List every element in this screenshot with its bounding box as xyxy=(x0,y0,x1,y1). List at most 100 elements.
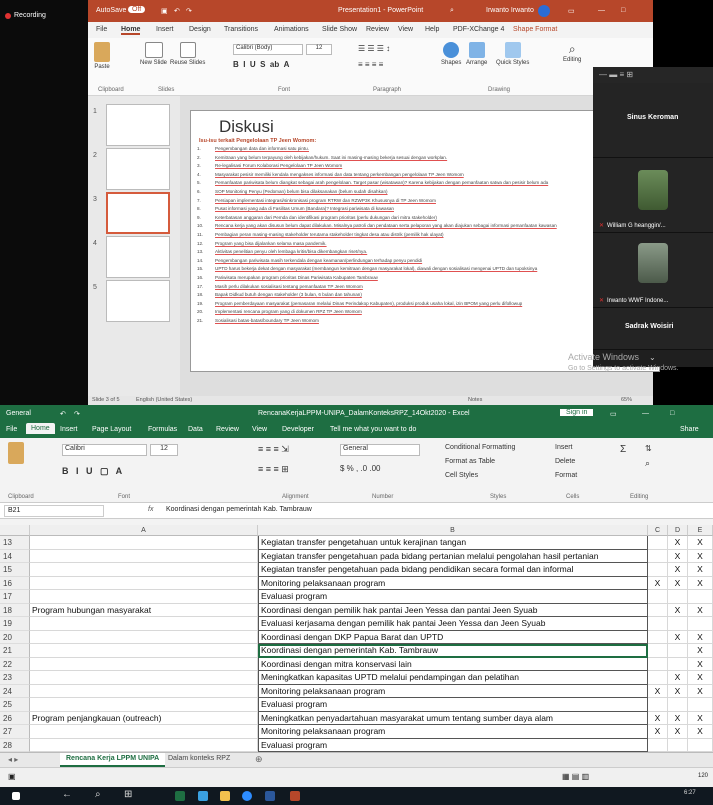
slide-thumbnail-5[interactable] xyxy=(106,280,170,322)
cell-e[interactable] xyxy=(688,617,713,631)
cell-b[interactable]: Koordinasi dengan DKP Papua Barat dan UP… xyxy=(258,630,648,644)
view-buttons[interactable]: ▦ ▤ ▥ xyxy=(562,772,589,781)
cell-e[interactable]: X xyxy=(688,671,713,685)
slide-bullet[interactable]: 15. UPTD harus bekerja dekat dengan masya… xyxy=(197,266,657,275)
number-buttons[interactable]: $ % , .0 .00 xyxy=(340,464,380,473)
slide-bullet[interactable]: 2. Kemitraan yang belum terpayung oleh ke… xyxy=(197,155,657,164)
column-header-b[interactable]: B xyxy=(258,525,648,536)
row-header[interactable]: 28 xyxy=(0,738,30,752)
paste-button[interactable]: Paste xyxy=(94,42,110,70)
cell-d[interactable]: X xyxy=(668,536,688,550)
cell-b[interactable]: Evaluasi kerjasama dengan pemilik hak pa… xyxy=(258,617,648,631)
redo-icon[interactable]: ↷ xyxy=(186,7,192,15)
cell-e[interactable]: X xyxy=(688,630,713,644)
formula-input[interactable]: Koordinasi dengan pemerintah Kab. Tambra… xyxy=(166,506,312,513)
word-taskbar-icon[interactable] xyxy=(265,791,275,801)
slide-bullet[interactable]: 5. Pemanfaatan pariwisata belum diangkat … xyxy=(197,180,657,189)
add-sheet-icon[interactable]: ⊕ xyxy=(255,754,263,765)
tell-me-search[interactable]: Tell me what you want to do xyxy=(330,426,416,433)
new-slide-button[interactable]: New Slide xyxy=(140,42,167,66)
slide-title[interactable]: Diskusi xyxy=(219,117,274,137)
font-size-select[interactable]: 12 xyxy=(150,444,178,456)
sign-in-button[interactable]: Sign in xyxy=(560,409,594,416)
cell-a[interactable] xyxy=(30,549,258,563)
cell-a[interactable] xyxy=(30,563,258,577)
tab-formulas[interactable]: Formulas xyxy=(148,426,177,433)
cell-a[interactable] xyxy=(30,576,258,590)
number-format-select[interactable]: General xyxy=(340,444,420,456)
quick-styles-button[interactable]: Quick Styles xyxy=(496,42,529,66)
cell-c[interactable] xyxy=(648,603,668,617)
slide-bullet[interactable]: 7. Persiapan implementasi integrasi/sinkr… xyxy=(197,198,657,207)
cell-a[interactable] xyxy=(30,644,258,658)
column-header-d[interactable]: D xyxy=(668,525,688,536)
cell-a[interactable] xyxy=(30,725,258,739)
slide-thumbnail-4[interactable] xyxy=(106,236,170,278)
sort-filter-icon[interactable]: ⇅ xyxy=(645,444,652,453)
slide-bullet[interactable]: 1. Pengembangan data dan informasi satu p… xyxy=(197,146,657,155)
cell-b[interactable]: Evaluasi program xyxy=(258,590,648,604)
cell-d[interactable] xyxy=(668,698,688,712)
font-name-select[interactable]: Calibri (Body) xyxy=(233,44,303,55)
cell-d[interactable] xyxy=(668,644,688,658)
cell-d[interactable]: X xyxy=(668,684,688,698)
cell-e[interactable]: X xyxy=(688,603,713,617)
cell-c[interactable] xyxy=(648,657,668,671)
slide-bullet[interactable]: 17. Masih perlu dilakukan sosialisasi ten… xyxy=(197,284,657,293)
cell-b[interactable]: Koordinasi dengan pemilik hak pantai Jee… xyxy=(258,603,648,617)
slide-thumbnail-3[interactable] xyxy=(106,192,170,234)
slide-subtitle[interactable]: Isu-isu terkait Pengelolaan TP Jeen Womo… xyxy=(199,138,316,144)
cell-d[interactable]: X xyxy=(668,671,688,685)
cell-a[interactable] xyxy=(30,630,258,644)
cell-d[interactable]: X xyxy=(668,549,688,563)
participant-tile[interactable]: ✕ William G heanggin/... xyxy=(593,158,713,233)
cell-c[interactable] xyxy=(648,536,668,550)
row-header[interactable]: 24 xyxy=(0,684,30,698)
slide-bullet[interactable]: 16. Pariwisata merupakan program priorita… xyxy=(197,275,657,284)
cell-e[interactable] xyxy=(688,738,713,752)
row-header[interactable]: 25 xyxy=(0,698,30,712)
cell-a[interactable]: Program hubungan masyarakat xyxy=(30,603,258,617)
fx-icon[interactable]: fx xyxy=(148,506,153,513)
column-header-a[interactable]: A xyxy=(30,525,258,536)
excel-zoom-level[interactable]: 120 xyxy=(698,773,708,779)
row-header[interactable]: 13 xyxy=(0,536,30,550)
cell-e[interactable] xyxy=(688,698,713,712)
slide-thumbnail-1[interactable] xyxy=(106,104,170,146)
cell-e[interactable]: X xyxy=(688,644,713,658)
cell-b[interactable]: Kegiatan transfer pengetahuan pada bidan… xyxy=(258,563,648,577)
align-buttons[interactable]: ≡ ≡ ≡ ≡ xyxy=(358,60,383,69)
zoom-taskbar-icon[interactable] xyxy=(242,791,252,801)
cell-a[interactable] xyxy=(30,684,258,698)
maximize-icon[interactable]: □ xyxy=(670,410,674,417)
participant-tile[interactable]: Sadrak Woisiri xyxy=(593,308,713,350)
cell-b[interactable]: Evaluasi program xyxy=(258,698,648,712)
tab-review[interactable]: Review xyxy=(366,26,389,33)
tab-view[interactable]: View xyxy=(398,26,413,33)
find-select-icon[interactable]: ⌕ xyxy=(645,458,650,469)
tab-home[interactable]: Home xyxy=(121,26,141,35)
back-arrow-icon[interactable]: ← xyxy=(62,789,72,800)
ribbon-display-icon[interactable]: ▭ xyxy=(568,7,575,15)
sheet-nav-arrows[interactable]: ◂ ▸ xyxy=(8,755,18,764)
cell-c[interactable] xyxy=(648,698,668,712)
tab-pdf-xchange[interactable]: PDF-XChange 4 xyxy=(453,26,504,33)
cell-d[interactable] xyxy=(668,590,688,604)
tab-file[interactable]: File xyxy=(96,26,107,33)
cell-a[interactable] xyxy=(30,617,258,631)
slide-bullet[interactable]: 11. Pembagian peran masing-masing stakeho… xyxy=(197,232,657,241)
cell-a[interactable]: Program penjangkauan (outreach) xyxy=(30,711,258,725)
cell-c[interactable]: X xyxy=(648,684,668,698)
cell-a[interactable] xyxy=(30,657,258,671)
cell-c[interactable] xyxy=(648,549,668,563)
tab-insert[interactable]: Insert xyxy=(60,426,78,433)
cell-c[interactable] xyxy=(648,590,668,604)
slide-bullet[interactable]: 10. Rencana kerja yang akan disusun belum… xyxy=(197,223,657,232)
alignment-buttons[interactable]: ≡ ≡ ≡ ⇲ xyxy=(258,444,289,455)
cell-d[interactable] xyxy=(668,617,688,631)
slide-bullet[interactable]: 4. Masyarakat pesisir memiliki kendala me… xyxy=(197,172,657,181)
slide-bullet[interactable]: 12. Program yang bisa dijalankan selama m… xyxy=(197,241,657,250)
slide-bullet[interactable]: 13. Aktivitas penelitian penyu oleh lemba… xyxy=(197,249,657,258)
tab-view[interactable]: View xyxy=(252,426,267,433)
slide-bullet[interactable]: 20. Implementasi rencana program yang di … xyxy=(197,309,657,318)
